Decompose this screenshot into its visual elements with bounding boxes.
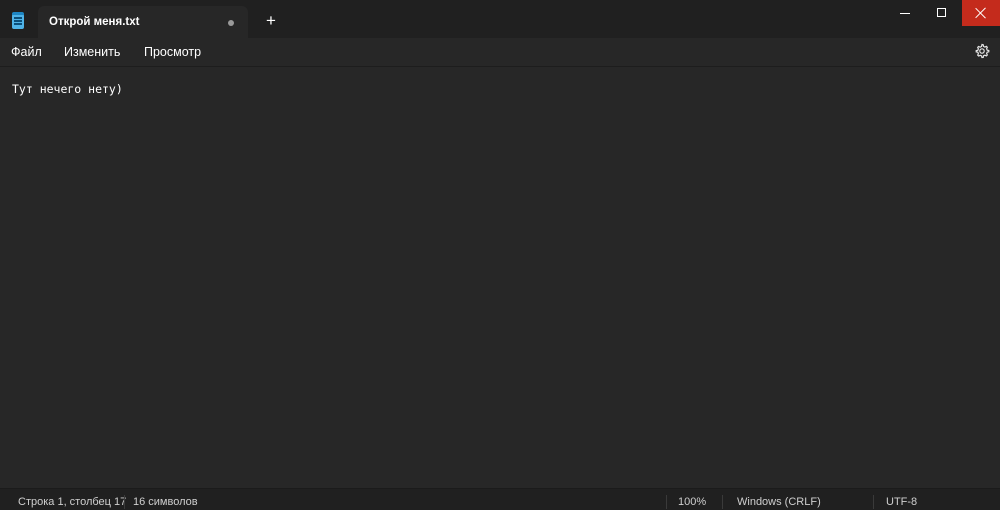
minimize-button[interactable]	[886, 0, 924, 26]
maximize-button[interactable]	[922, 0, 960, 26]
status-encoding[interactable]: UTF-8	[886, 496, 917, 508]
status-divider	[873, 495, 874, 509]
close-icon	[975, 7, 987, 19]
tab-title: Открой меня.txt	[49, 16, 140, 28]
text-editor-area[interactable]: Тут нечего нету)	[0, 67, 1000, 487]
notepad-window: Открой меня.txt + Файл Изменить Просмотр…	[0, 0, 1000, 510]
title-bar[interactable]: Открой меня.txt +	[0, 0, 1000, 38]
tab-active-file[interactable]: Открой меня.txt	[38, 6, 248, 38]
maximize-icon	[937, 8, 946, 17]
status-divider	[124, 495, 125, 509]
notepad-icon	[12, 12, 24, 29]
close-button[interactable]	[962, 0, 1000, 26]
status-character-count: 16 символов	[133, 496, 198, 508]
status-divider	[666, 495, 667, 509]
status-line-ending[interactable]: Windows (CRLF)	[737, 496, 821, 508]
gear-icon[interactable]	[974, 43, 990, 59]
editor-content[interactable]: Тут нечего нету)	[12, 82, 123, 96]
minimize-icon	[900, 13, 910, 14]
status-zoom[interactable]: 100%	[678, 496, 706, 508]
status-divider	[722, 495, 723, 509]
new-tab-button[interactable]: +	[260, 10, 282, 32]
menu-view[interactable]: Просмотр	[144, 45, 201, 59]
status-cursor-position: Строка 1, столбец 17	[18, 496, 127, 508]
menu-file[interactable]: Файл	[11, 45, 42, 59]
menu-bar: Файл Изменить Просмотр	[0, 38, 1000, 67]
menu-edit[interactable]: Изменить	[64, 45, 120, 59]
status-bar: Строка 1, столбец 17 16 символов 100% Wi…	[0, 488, 1000, 510]
unsaved-dot-icon[interactable]	[228, 20, 234, 26]
